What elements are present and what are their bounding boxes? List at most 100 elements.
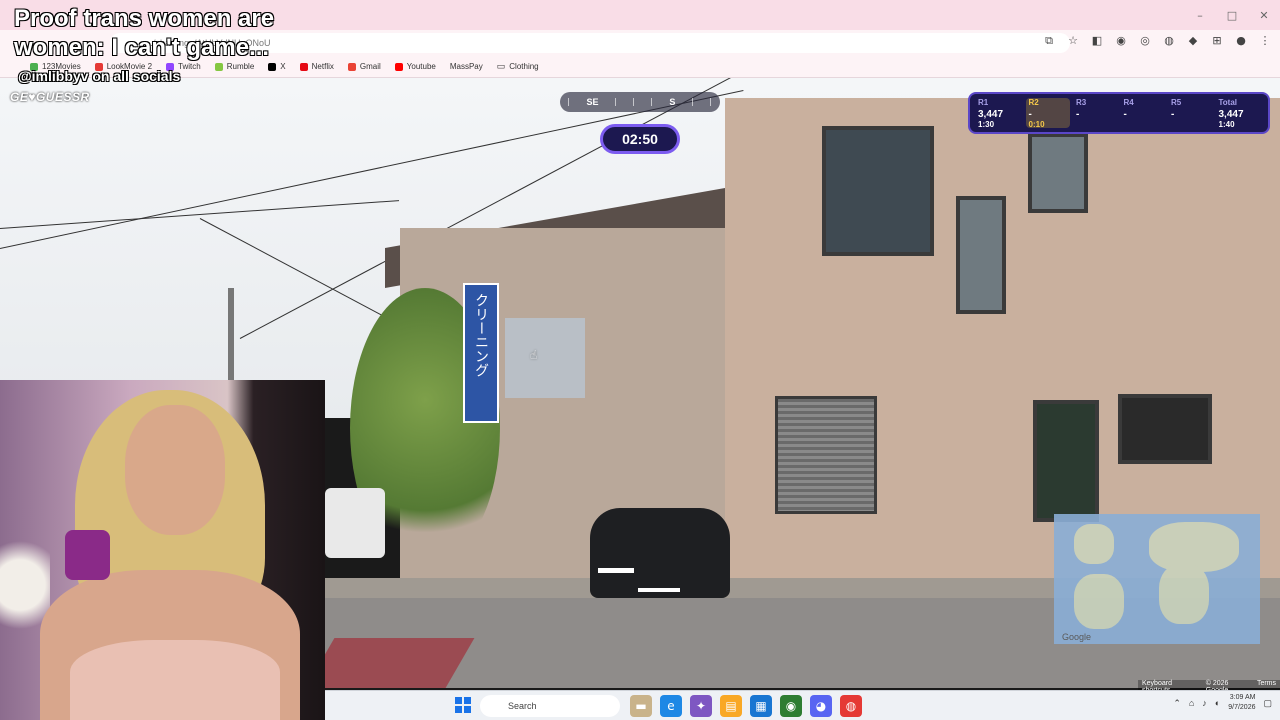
bookmark-item[interactable]: X [268, 62, 286, 71]
total-score: Total 3,447 1:40 [1218, 98, 1261, 129]
close-button[interactable]: ✕ [1248, 0, 1280, 30]
parked-car [590, 508, 730, 598]
system-tray: ⌃ ⌂ ♪ ◐ 3:09 AM 9/7/2026 ▢ [1173, 693, 1272, 713]
bookmark-star-icon[interactable]: ☆ [1066, 34, 1080, 48]
continent [1159, 564, 1209, 624]
round-score: R1 3,447 1:30 [978, 98, 1020, 129]
extension-icon[interactable]: ◆ [1186, 34, 1200, 48]
discord-icon[interactable]: ◕ [810, 695, 832, 717]
round-score-active: R2 -0:10 [1025, 98, 1070, 129]
round-points: - [1076, 109, 1080, 120]
bookmark-folder[interactable]: ▭ Clothing [497, 61, 539, 72]
ring-lamp [65, 530, 110, 580]
maximize-button[interactable]: □ [1216, 0, 1248, 30]
bookmark-label: Twitch [178, 62, 201, 71]
continent [1074, 524, 1114, 564]
total-points: 3,447 [1218, 109, 1244, 120]
taskbar-apps: ▬ e ✦ ▤ ▦ ◉ ◕ ◍ [630, 695, 862, 717]
compass: SE S [560, 92, 720, 112]
continent [1074, 574, 1124, 629]
round-score: R3 - [1076, 98, 1118, 128]
clock-time: 3:09 AM [1229, 694, 1256, 701]
copilot-icon[interactable]: ✦ [690, 695, 712, 717]
stream-title-line: Proof trans women are [14, 5, 275, 32]
bookmark-item[interactable]: MassPay [450, 62, 483, 71]
search-placeholder: Search [508, 701, 537, 711]
edge-icon[interactable]: e [660, 695, 682, 717]
round-label: R1 [978, 98, 989, 107]
window [1118, 394, 1212, 464]
network-icon[interactable]: ⌂ [1189, 698, 1194, 708]
round-points: - [1028, 109, 1032, 120]
parked-van [325, 488, 385, 558]
volume-icon[interactable]: ◐ [1215, 698, 1220, 708]
window [1033, 400, 1099, 522]
bookmark-item[interactable]: Netflix [299, 62, 334, 71]
gmail-icon [347, 62, 356, 71]
round-label: R4 [1123, 98, 1134, 107]
road-marking [305, 638, 475, 688]
screen: – □ ✕ …/challenge/AtHbVdNUgONoU ⧉ ☆ ◧ ◉ … [0, 0, 1280, 720]
taskbar-search[interactable]: Search [480, 695, 620, 717]
chrome-icon[interactable]: ◍ [840, 695, 862, 717]
extension-icon[interactable]: ◎ [1138, 34, 1152, 48]
extension-icon[interactable]: ◧ [1090, 34, 1104, 48]
car-light [638, 588, 680, 592]
widgets-icon[interactable]: ▬ [630, 695, 652, 717]
netflix-icon [299, 62, 308, 71]
clock-date: 9/7/2026 [1228, 704, 1256, 711]
bookmark-label: MassPay [449, 62, 483, 71]
round-score: R4 - [1124, 98, 1166, 128]
bookmark-label: Clothing [509, 62, 539, 71]
taskbar-clock[interactable]: 3:09 AM 9/7/2026 [1228, 693, 1255, 713]
extensions-puzzle-icon[interactable]: ⊞ [1210, 34, 1224, 48]
round-points: - [1123, 109, 1127, 120]
bookmark-item[interactable]: Rumble [214, 62, 255, 71]
microphone-icon[interactable]: ♪ [1202, 698, 1207, 708]
chevron-up-icon[interactable]: ⌃ [1173, 698, 1181, 709]
x-icon [268, 62, 277, 71]
round-score: R5 - [1171, 98, 1213, 128]
streamer-top [70, 640, 280, 720]
file-explorer-icon[interactable]: ▤ [720, 695, 742, 717]
guess-minimap[interactable]: Google [1054, 514, 1260, 644]
notification-bell-icon[interactable]: ▢ [1263, 698, 1272, 709]
compass-tick [568, 98, 570, 106]
xbox-icon[interactable]: ◉ [780, 695, 802, 717]
webcam-feed [0, 380, 325, 720]
store-icon[interactable]: ▦ [750, 695, 772, 717]
round-scoreboard: R1 3,447 1:30 R2-0:10 R3- R4- R5- Total 3,4… [968, 92, 1270, 134]
bookmark-label: X [280, 62, 286, 71]
compass-tick [615, 98, 617, 106]
window-shutter [775, 396, 877, 514]
stream-title-overlay: Proof trans women are women: I can't gam… [14, 4, 274, 62]
geoguessr-logo: GE♥GUESSR [10, 90, 90, 104]
round-time: 1:30 [978, 120, 995, 129]
minimize-button[interactable]: – [1184, 0, 1216, 30]
shop-sign-text: クリーニング [473, 293, 489, 377]
windows-start-icon[interactable] [455, 697, 471, 713]
extension-icon[interactable]: ◉ [1114, 34, 1128, 48]
bookmark-item[interactable]: Youtube [394, 62, 436, 71]
rumble-icon [214, 62, 223, 71]
social-handle-overlay: @imlibbyv on all socials [18, 68, 181, 84]
hand-cursor-icon: ☝ [530, 348, 538, 362]
bookmark-item[interactable]: Gmail [347, 62, 381, 71]
compass-tick [633, 98, 635, 106]
compass-tick [692, 98, 694, 106]
menu-kebab-icon[interactable]: ⋮ [1258, 34, 1272, 48]
bookmark-label: Rumble [226, 62, 255, 71]
profile-avatar-icon[interactable]: ● [1234, 34, 1248, 48]
map-attribution: Google [1062, 632, 1092, 642]
windows-taskbar: Search ▬ e ✦ ▤ ▦ ◉ ◕ ◍ ⌃ ⌂ ♪ ◐ 3:09 AM 9… [325, 690, 1280, 720]
shop-sign: クリーニング [463, 283, 499, 423]
cast-icon[interactable]: ⧉ [1042, 34, 1056, 48]
stream-title-line: women: I can't game... [14, 34, 270, 61]
round-points: 3,447 [978, 109, 1004, 120]
compass-tick [651, 98, 653, 106]
round-points: - [1171, 109, 1175, 120]
compass-tick [710, 98, 712, 106]
extension-icon[interactable]: ◍ [1162, 34, 1176, 48]
compass-label: SE [586, 97, 599, 107]
window-controls: – □ ✕ [1184, 0, 1280, 30]
